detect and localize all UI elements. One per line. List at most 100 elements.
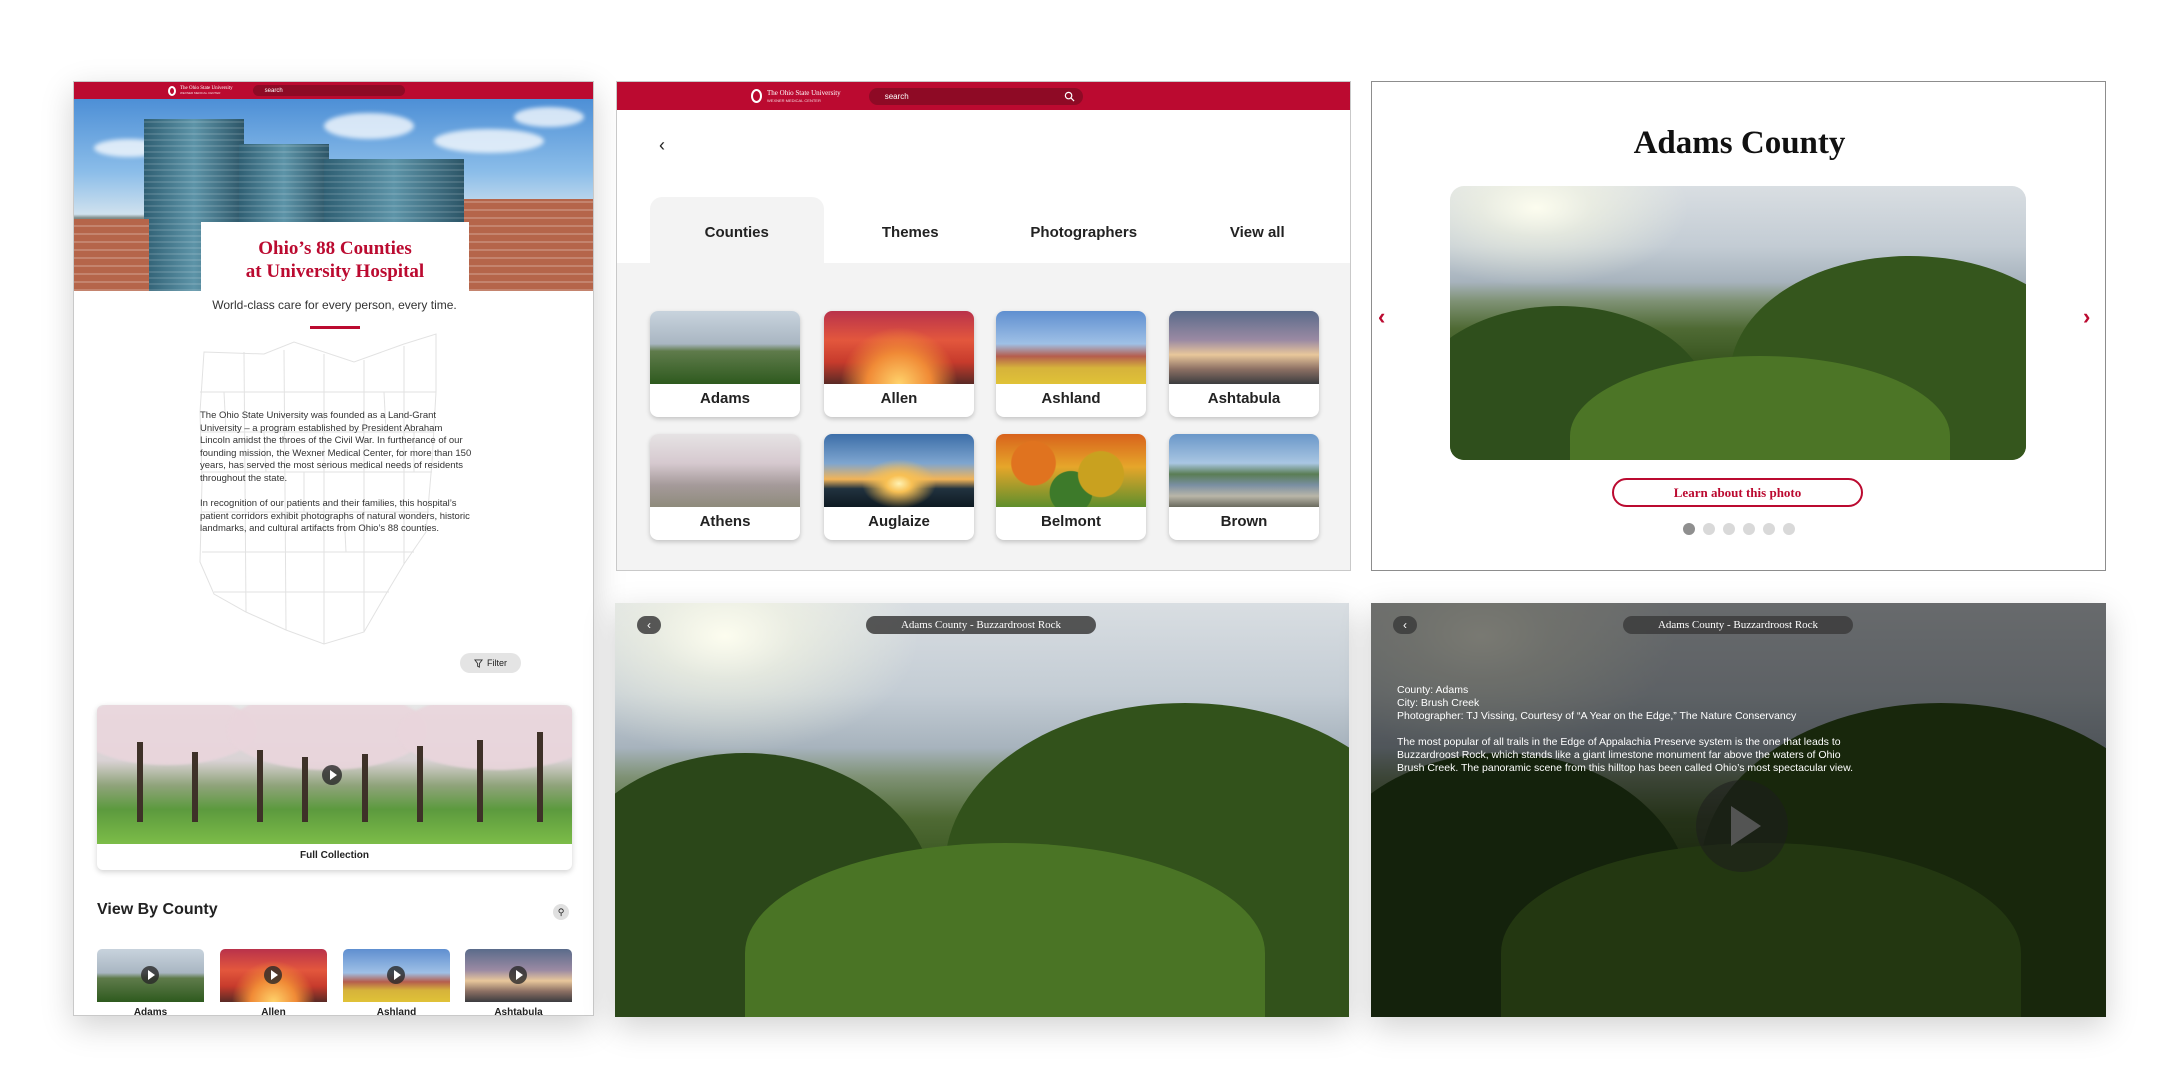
previous-arrow-icon[interactable]: ‹ — [1378, 304, 1385, 330]
next-arrow-icon[interactable]: › — [2083, 304, 2090, 330]
block-o-icon — [751, 89, 762, 103]
block-o-icon — [168, 85, 176, 96]
play-icon[interactable] — [509, 966, 527, 984]
osu-logo[interactable]: The Ohio State University WEXNER MEDICAL… — [751, 89, 841, 103]
county-detail-screen: Adams County ‹ › Learn about this photo — [1371, 81, 2106, 571]
carousel-dot[interactable] — [1783, 523, 1795, 535]
mini-county-card[interactable]: Allen — [220, 949, 327, 1016]
hero-title-card: Ohio’s 88 Counties at University Hospita… — [201, 222, 469, 294]
fullscreen-photo — [615, 603, 1349, 1017]
county-image — [824, 434, 974, 507]
county-image — [1169, 311, 1319, 384]
play-icon[interactable] — [1696, 780, 1788, 872]
county-card-allen[interactable]: Allen — [824, 311, 974, 417]
filter-button[interactable]: Filter — [460, 653, 521, 673]
photographer-line: Photographer: TJ Vissing, Courtesy of “A… — [1397, 710, 1797, 722]
county-image — [650, 311, 800, 384]
hero-title-line1: Ohio’s 88 Counties — [258, 238, 412, 259]
city-line: City: Brush Creek — [1397, 697, 1480, 709]
university-name: The Ohio State University — [767, 88, 841, 97]
county-image — [824, 311, 974, 384]
county-label: Allen — [880, 390, 918, 407]
about-paragraph-2: In recognition of our patients and their… — [200, 498, 470, 534]
county-grid: Adams Allen Ashland Ashtabula Athens Aug… — [617, 263, 1350, 570]
header-bar: The Ohio State University WEXNER MEDICAL… — [74, 82, 593, 99]
tab-view-all[interactable]: View all — [1171, 197, 1345, 267]
search-icon[interactable]: ⚲ — [553, 904, 569, 920]
mini-county-label: Ashtabula — [494, 1007, 543, 1016]
mini-county-card[interactable]: Ashtabula — [465, 949, 572, 1016]
carousel-dot[interactable] — [1723, 523, 1735, 535]
county-label: Adams — [699, 390, 751, 407]
county-label: Ashtabula — [1207, 390, 1281, 407]
play-icon[interactable] — [141, 966, 159, 984]
county-image — [1169, 434, 1319, 507]
about-paragraph-1: The Ohio State University was founded as… — [200, 410, 472, 484]
play-icon[interactable] — [387, 966, 405, 984]
county-image — [996, 434, 1146, 507]
carousel-dot[interactable] — [1703, 523, 1715, 535]
mini-county-label: Adams — [133, 1007, 168, 1016]
full-collection-card[interactable]: Full Collection — [97, 705, 572, 870]
county-title: Adams County — [1633, 125, 1846, 161]
photo-title-pill: Adams County - Buzzardroost Rock — [1623, 616, 1853, 634]
county-card-brown[interactable]: Brown — [1169, 434, 1319, 540]
search-placeholder: search — [884, 91, 909, 101]
filter-label: Filter — [487, 658, 507, 668]
filter-icon — [474, 658, 483, 668]
full-collection-label: Full Collection — [300, 850, 369, 861]
medical-center-name: WEXNER MEDICAL CENTER — [767, 97, 821, 103]
photo-metadata: County: Adams City: Brush Creek Photogra… — [1397, 684, 1857, 775]
county-card-belmont[interactable]: Belmont — [996, 434, 1146, 540]
tagline: World-class care for every person, every… — [212, 298, 457, 312]
carousel-dots — [1683, 523, 1795, 535]
mini-county-label: Ashland — [376, 1007, 417, 1016]
learn-about-photo-button[interactable]: Learn about this photo — [1612, 478, 1863, 507]
county-card-adams[interactable]: Adams — [650, 311, 800, 417]
fullscreen-photo-info-screen: ‹ Adams County - Buzzardroost Rock Count… — [1371, 603, 2106, 1017]
medical-center-name: WEXNER MEDICAL CENTER — [180, 91, 221, 95]
county-label: Belmont — [1041, 513, 1101, 530]
mini-county-card[interactable]: Adams — [97, 949, 204, 1016]
header-bar: The Ohio State University WEXNER MEDICAL… — [617, 82, 1350, 110]
county-card-athens[interactable]: Athens — [650, 434, 800, 540]
back-chevron-icon[interactable]: ‹ — [637, 616, 661, 634]
county-label: Auglaize — [868, 513, 930, 530]
search-input[interactable]: search — [252, 85, 405, 96]
photo-title-pill: Adams County - Buzzardroost Rock — [866, 616, 1096, 634]
category-tabs: Counties Themes Photographers View all — [650, 197, 1344, 267]
view-by-county-title: View By County — [97, 901, 218, 918]
tab-counties[interactable]: Counties — [650, 197, 824, 267]
play-icon[interactable] — [264, 966, 282, 984]
browse-screen: The Ohio State University WEXNER MEDICAL… — [616, 81, 1351, 571]
search-input[interactable]: search — [868, 87, 1083, 105]
county-label: Brown — [1220, 513, 1268, 530]
search-icon[interactable] — [1064, 91, 1075, 102]
divider — [310, 326, 360, 329]
tab-photographers[interactable]: Photographers — [997, 197, 1171, 267]
county-card-auglaize[interactable]: Auglaize — [824, 434, 974, 540]
carousel-image[interactable] — [1450, 186, 2026, 460]
county-label: Athens — [699, 513, 751, 530]
tab-themes[interactable]: Themes — [824, 197, 998, 267]
play-icon[interactable] — [322, 765, 342, 785]
fullscreen-photo-screen: ‹ Adams County - Buzzardroost Rock — [615, 603, 1349, 1017]
osu-logo[interactable]: The Ohio State University WEXNER MEDICAL… — [168, 85, 233, 96]
mini-county-label: Allen — [261, 1007, 286, 1016]
carousel-dot[interactable] — [1763, 523, 1775, 535]
back-chevron-icon[interactable]: ‹ — [1393, 616, 1417, 634]
home-screen: The Ohio State University WEXNER MEDICAL… — [73, 81, 594, 1016]
photo-description: The most popular of all trails in the Ed… — [1397, 736, 1854, 774]
carousel-dot[interactable] — [1683, 523, 1695, 535]
county-image — [996, 311, 1146, 384]
carousel-dot[interactable] — [1743, 523, 1755, 535]
about-text: The Ohio State University was founded as… — [200, 410, 475, 536]
county-card-ashtabula[interactable]: Ashtabula — [1169, 311, 1319, 417]
county-label: Ashland — [1041, 390, 1101, 407]
mini-county-card[interactable]: Ashland — [343, 949, 450, 1016]
county-image — [650, 434, 800, 507]
county-line: County: Adams — [1397, 684, 1469, 696]
county-card-ashland[interactable]: Ashland — [996, 311, 1146, 417]
back-chevron-icon[interactable]: ‹ — [659, 135, 665, 156]
hero-title-line2: at University Hospital — [245, 261, 425, 282]
